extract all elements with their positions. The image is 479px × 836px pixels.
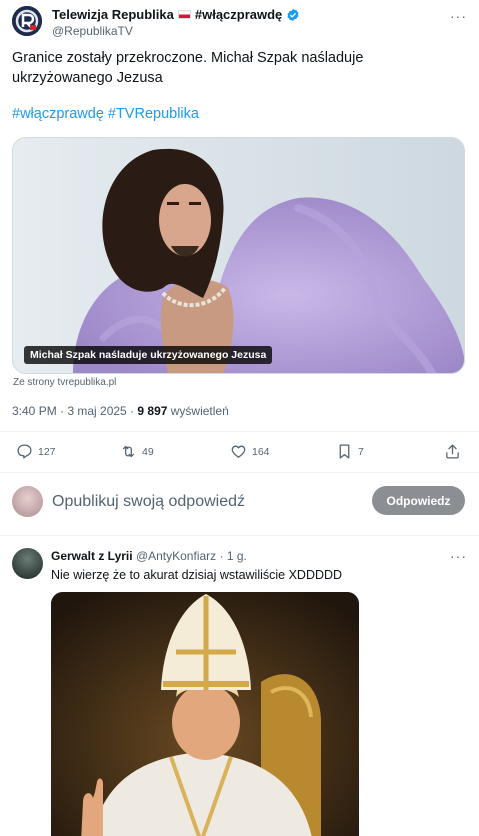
- reply-icon: [17, 444, 32, 459]
- action-bar: 127 49 164 7: [12, 443, 464, 463]
- reply-count: 127: [38, 445, 56, 458]
- share-button[interactable]: [444, 443, 461, 460]
- author-name[interactable]: Telewizja Republika #włączprawdę: [52, 7, 300, 22]
- hashtag-tvrepublika[interactable]: #TVRepublika: [108, 106, 199, 122]
- comment-text: Nie wierzę że to akurat dzisiaj wstawili…: [51, 568, 343, 582]
- divider: [0, 472, 479, 473]
- portrait-image: [13, 138, 464, 373]
- poland-flag-icon: [177, 10, 191, 19]
- user-avatar[interactable]: [12, 486, 43, 517]
- post-text: Granice zostały przekroczone. Michał Szp…: [12, 50, 364, 86]
- comment-time[interactable]: · 1 g.: [216, 549, 246, 563]
- post-meta: 3:40 PM · 3 maj 2025 · 9 897 wyświetleń: [12, 404, 229, 418]
- link-card-image[interactable]: Michał Szpak naśladuje ukrzyżowanego Jez…: [12, 137, 465, 374]
- comment-image[interactable]: [51, 592, 359, 836]
- card-caption: Michał Szpak naśladuje ukrzyżowanego Jez…: [24, 346, 273, 364]
- bookmark-icon: [339, 444, 350, 459]
- more-icon[interactable]: ···: [450, 8, 467, 24]
- like-button[interactable]: 164: [230, 443, 270, 460]
- comment-author-name[interactable]: Gerwalt z Lyrii: [51, 549, 133, 563]
- like-icon: [231, 445, 246, 458]
- author-name-text[interactable]: Telewizja Republika: [52, 7, 174, 22]
- reply-input[interactable]: Opublikuj swoją odpowiedź: [52, 493, 245, 511]
- reply-button[interactable]: 127: [16, 443, 56, 460]
- hashtags: #włączprawdę #TVRepublika: [12, 106, 199, 122]
- link-source[interactable]: Ze strony tvrepublika.pl: [13, 377, 116, 388]
- like-count: 164: [252, 445, 270, 458]
- bookmark-button[interactable]: 7: [336, 443, 364, 460]
- republika-logo-icon[interactable]: [12, 6, 42, 36]
- repost-count: 49: [142, 445, 154, 458]
- more-icon[interactable]: ···: [450, 548, 467, 564]
- bookmark-count: 7: [358, 445, 364, 458]
- author-tag[interactable]: #włączprawdę: [195, 7, 282, 22]
- repost-icon: [122, 445, 135, 458]
- divider: [0, 535, 479, 536]
- post-header: Telewizja Republika #włączprawdę @Republ…: [12, 6, 467, 42]
- hashtag-wlaczprawde[interactable]: #włączprawdę: [12, 106, 104, 122]
- views-count: 9 897: [137, 404, 168, 418]
- share-icon: [446, 444, 459, 459]
- reply-submit-button[interactable]: Odpowiedz: [372, 486, 465, 515]
- comment-avatar[interactable]: [12, 548, 43, 579]
- repost-button[interactable]: 49: [120, 443, 154, 460]
- views-label: wyświetleń: [167, 404, 229, 418]
- comment-author-handle[interactable]: @AntyKonfiarz: [136, 549, 216, 563]
- reply-composer: Opublikuj swoją odpowiedź Odpowiedz: [12, 485, 465, 519]
- post-time[interactable]: 3:40 PM · 3 maj 2025 ·: [12, 404, 137, 418]
- divider: [0, 431, 479, 432]
- pope-image: [51, 592, 359, 836]
- author-handle[interactable]: @RepublikaTV: [52, 24, 133, 38]
- verified-badge-icon: [287, 8, 299, 21]
- comment-header: Gerwalt z Lyrii @AntyKonfiarz · 1 g.: [51, 549, 247, 563]
